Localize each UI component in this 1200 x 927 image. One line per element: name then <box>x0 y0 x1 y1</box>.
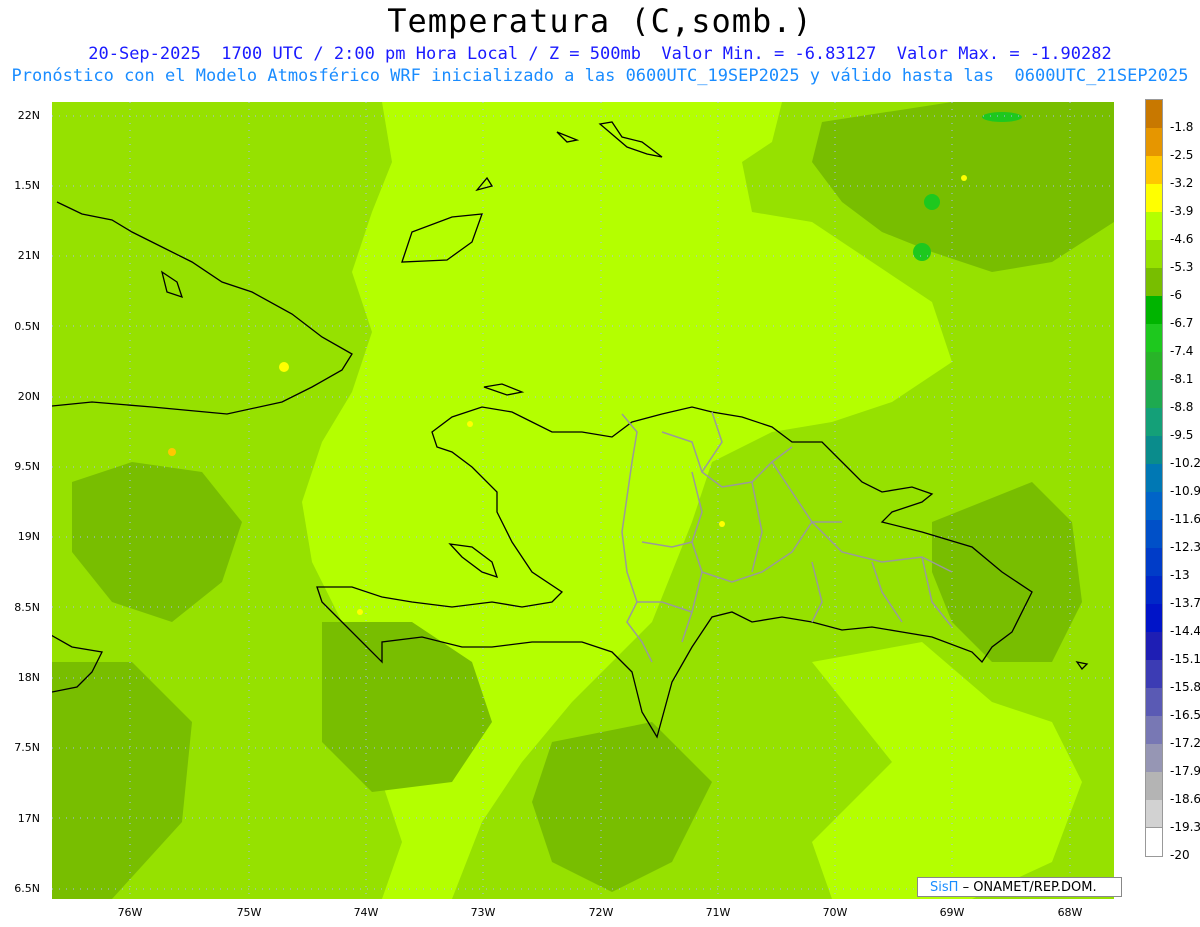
y-tick-label: 20N <box>17 390 40 403</box>
colorbar-label: -20 <box>1170 848 1190 862</box>
colorbar-label: -13 <box>1170 568 1190 582</box>
x-tick-label: 73W <box>470 906 496 919</box>
credit-brand: SisΠ <box>930 880 959 895</box>
colorbar-label: -7.4 <box>1170 344 1194 358</box>
x-tick-label: 69W <box>939 906 965 919</box>
field-warm-spot <box>279 362 289 372</box>
y-tick-label: 17N <box>17 812 40 825</box>
y-tick-label: 19N <box>17 530 40 543</box>
field-warm-spot <box>168 448 176 456</box>
y-tick-label: 6.5N <box>14 882 40 895</box>
colorbar-frame <box>1145 99 1163 857</box>
y-tick-label: 8.5N <box>14 601 40 614</box>
colorbar-label: -17.2 <box>1170 736 1200 750</box>
field-cold-pocket <box>982 112 1022 122</box>
colorbar-label: -5.3 <box>1170 260 1194 274</box>
map-subtitle-model: Pronóstico con el Modelo Atmosférico WRF… <box>11 66 1189 86</box>
colorbar-label: -3.9 <box>1170 204 1194 218</box>
colorbar-label: -8.8 <box>1170 400 1194 414</box>
field-warm-spot <box>357 609 363 615</box>
x-tick-label: 68W <box>1057 906 1083 919</box>
y-tick-label: 21N <box>17 249 40 262</box>
colorbar-label: -16.5 <box>1170 708 1200 722</box>
colorbar-label: -11.6 <box>1170 512 1200 526</box>
map-title: Temperatura (C,somb.) <box>387 2 813 40</box>
colorbar-label: -19.3 <box>1170 820 1200 834</box>
field-warm-spot <box>467 421 473 427</box>
colorbar-label: -17.9 <box>1170 764 1200 778</box>
colorbar-label: -10.2 <box>1170 456 1200 470</box>
colorbar-label: -2.5 <box>1170 148 1194 162</box>
field-cold-pocket <box>924 194 940 210</box>
colorbar-label: -9.5 <box>1170 428 1194 442</box>
colorbar-label: -14.4 <box>1170 624 1200 638</box>
colorbar-label: -3.2 <box>1170 176 1194 190</box>
x-tick-label: 72W <box>588 906 614 919</box>
x-tick-label: 71W <box>705 906 731 919</box>
x-tick-label: 75W <box>236 906 262 919</box>
x-tick-label: 74W <box>353 906 379 919</box>
x-tick-label: 70W <box>822 906 848 919</box>
colorbar-label: -15.1 <box>1170 652 1200 666</box>
field-cold-pocket <box>913 243 931 261</box>
colorbar-label: -12.3 <box>1170 540 1200 554</box>
y-tick-label: 22N <box>17 109 40 122</box>
field-warm-spot <box>719 521 725 527</box>
colorbar-label: -13.7 <box>1170 596 1200 610</box>
credit-text: – ONAMET/REP.DOM. <box>962 880 1097 895</box>
x-tick-label: 76W <box>117 906 143 919</box>
colorbar-label: -1.8 <box>1170 120 1194 134</box>
colorbar-label: -8.1 <box>1170 372 1194 386</box>
y-tick-label: 9.5N <box>14 460 40 473</box>
y-tick-label: 18N <box>17 671 40 684</box>
colorbar-label: -4.6 <box>1170 232 1194 246</box>
field-warm-spot <box>961 175 967 181</box>
credit-badge: SisΠ – ONAMET/REP.DOM. <box>917 877 1122 897</box>
y-tick-label: 0.5N <box>14 320 40 333</box>
colorbar-label: -15.8 <box>1170 680 1200 694</box>
y-tick-label: 1.5N <box>14 179 40 192</box>
colorbar-label: -10.9 <box>1170 484 1200 498</box>
temperature-map <box>52 102 1114 899</box>
colorbar-label: -18.6 <box>1170 792 1200 806</box>
y-tick-label: 7.5N <box>14 741 40 754</box>
map-subtitle-date: 20-Sep-2025 1700 UTC / 2:00 pm Hora Loca… <box>88 44 1112 64</box>
colorbar-label: -6.7 <box>1170 316 1194 330</box>
colorbar-label: -6 <box>1170 288 1182 302</box>
